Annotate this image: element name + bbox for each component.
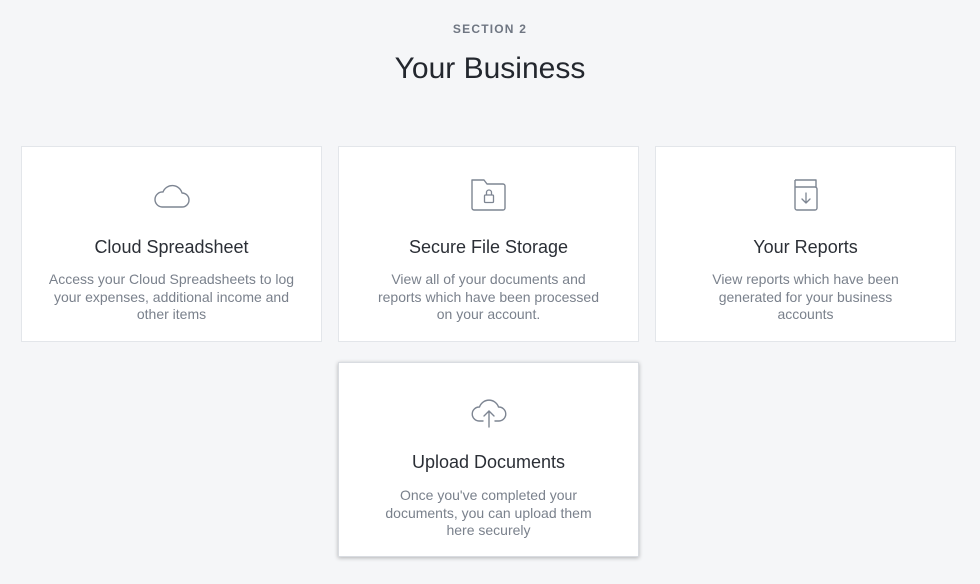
card-secure-file-storage[interactable]: Secure File Storage View all of your doc… bbox=[338, 146, 639, 342]
cloud-upload-icon bbox=[471, 399, 506, 428]
card-title: Secure File Storage bbox=[408, 237, 569, 257]
card-description: View all of your documents and reports w… bbox=[377, 271, 600, 322]
card-title: Cloud Spreadsheet bbox=[94, 237, 249, 257]
card-description: View reports which have been generated f… bbox=[712, 271, 899, 322]
page-title: Your Business bbox=[394, 52, 586, 85]
card-title: Your Reports bbox=[753, 237, 858, 257]
cloud-icon bbox=[153, 184, 190, 208]
card-description: Once you've completed your documents, yo… bbox=[385, 487, 592, 538]
section-eyebrow: SECTION 2 bbox=[452, 22, 528, 36]
card-cloud-spreadsheet[interactable]: Cloud Spreadsheet Access your Cloud Spre… bbox=[21, 146, 322, 342]
card-your-reports[interactable]: Your Reports View reports which have bee… bbox=[655, 146, 956, 342]
card-description: Access your Cloud Spreadsheets to log yo… bbox=[48, 271, 295, 322]
card-title: Upload Documents bbox=[411, 452, 566, 472]
report-download-icon bbox=[793, 179, 818, 211]
locked-folder-icon bbox=[470, 179, 506, 211]
card-upload-documents[interactable]: Upload Documents Once you've completed y… bbox=[338, 362, 639, 557]
section-your-business: SECTION 2 Your Business Cloud Spreadshee… bbox=[0, 0, 980, 584]
